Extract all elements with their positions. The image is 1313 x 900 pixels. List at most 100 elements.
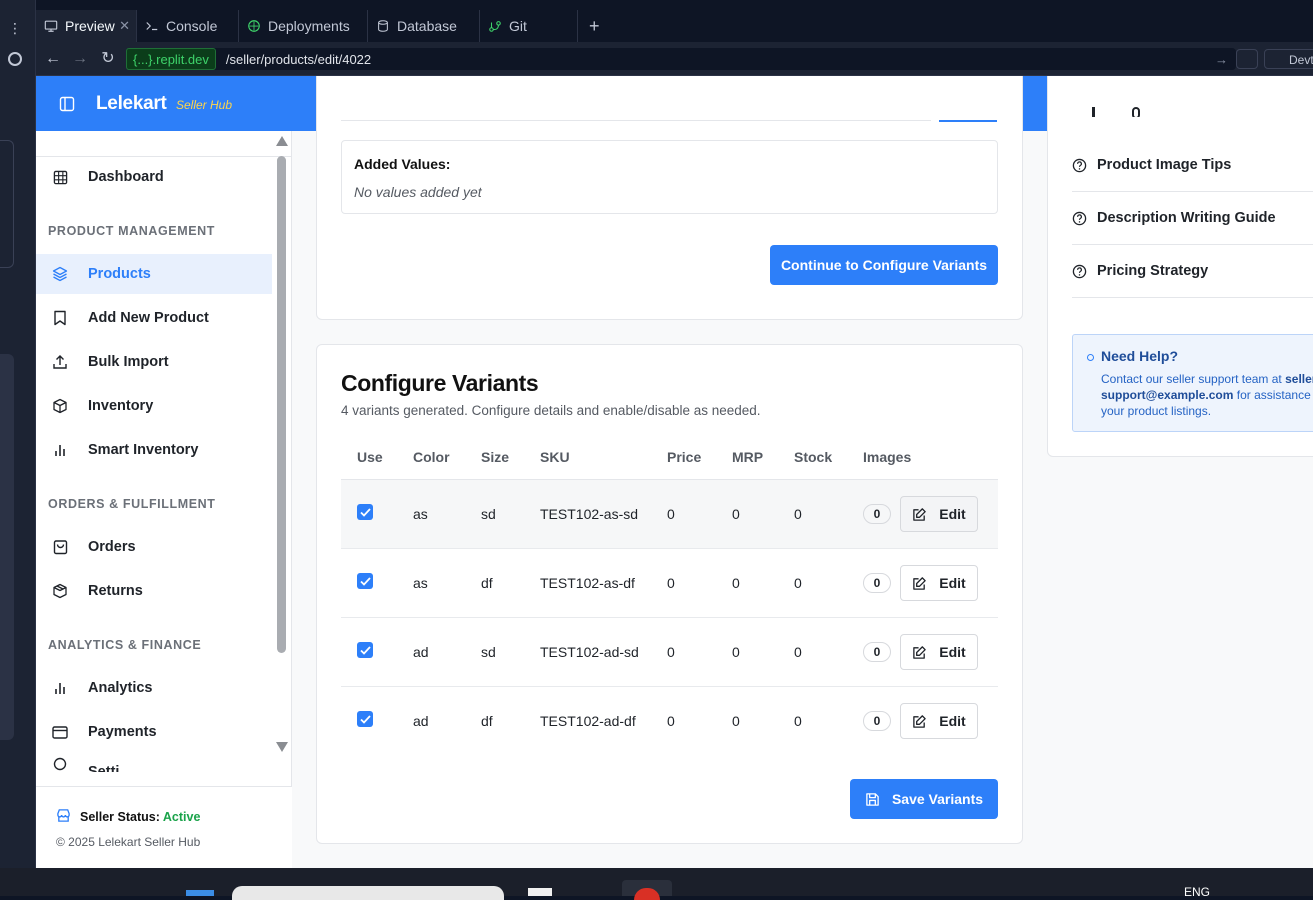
edit-label: Edit <box>939 506 966 522</box>
edit-button[interactable]: Edit <box>900 565 978 601</box>
column-header: SKU <box>540 449 570 465</box>
windows-icon[interactable] <box>186 890 214 896</box>
use-checkbox[interactable] <box>357 642 373 658</box>
add-button-remnant[interactable] <box>939 120 997 122</box>
save-variants-label: Save Variants <box>891 791 984 807</box>
use-checkbox[interactable] <box>357 504 373 520</box>
gauge-icon[interactable] <box>8 52 22 66</box>
go-arrow-icon[interactable]: → <box>1215 52 1228 67</box>
continue-button[interactable]: Continue to Configure Variants <box>770 245 998 285</box>
ide-tab-bar: Preview ✕ Console Deployments Database G… <box>36 10 1313 42</box>
sidebar-item-analytics[interactable]: Analytics <box>36 668 272 708</box>
more-icon[interactable]: ⋮ <box>8 20 22 37</box>
sidebar-item-products[interactable]: Products <box>36 254 272 294</box>
sidebar-item-payments[interactable]: Payments <box>36 712 272 752</box>
table-row: ad df TEST102-ad-df 0 0 0 0 Edit <box>341 687 998 756</box>
save-icon <box>866 792 879 806</box>
size-cell: df <box>481 575 493 591</box>
sidebar-item-settings[interactable]: Setti <box>36 752 272 772</box>
sidebar-item-label: Setti <box>88 764 120 772</box>
variants-subtitle: 4 variants generated. Configure details … <box>341 403 761 418</box>
sidebar-item-returns[interactable]: Returns <box>36 571 272 611</box>
use-checkbox[interactable] <box>357 711 373 727</box>
add-tab-icon[interactable]: + <box>589 16 600 37</box>
scroll-up-icon[interactable] <box>276 136 288 146</box>
language-indicator[interactable]: ENG <box>1184 885 1210 899</box>
value-input-remnant[interactable] <box>341 89 931 121</box>
tip-label: Pricing Strategy <box>1097 263 1209 279</box>
sidebar-item-label: Bulk Import <box>88 354 169 370</box>
tab-database[interactable]: Database <box>368 10 480 42</box>
sidebar-footer: Seller Status: Active © 2025 Lelekart Se… <box>36 786 292 868</box>
forward-arrow-icon[interactable]: → <box>71 50 89 68</box>
deploy-icon <box>248 20 260 32</box>
tab-deployments[interactable]: Deployments <box>239 10 368 42</box>
gear-icon <box>52 756 68 772</box>
git-icon <box>489 21 501 32</box>
brand-logo[interactable]: Lelekart <box>96 93 167 115</box>
reload-icon[interactable]: ↻ <box>99 50 117 68</box>
tab-label: Git <box>509 18 527 34</box>
sidebar-item-bulk-import[interactable]: Bulk Import <box>36 342 272 382</box>
app-icon <box>634 888 660 900</box>
layers-icon <box>52 266 68 282</box>
help-circle-icon <box>1072 264 1087 278</box>
terminal-icon <box>146 22 158 31</box>
sidebar: Dashboard PRODUCT MANAGEMENT Products Ad… <box>36 131 292 868</box>
mrp-cell: 0 <box>732 713 740 729</box>
edit-button[interactable]: Edit <box>900 703 978 739</box>
tab-console[interactable]: Console <box>137 10 239 42</box>
taskbar-app-icon[interactable] <box>528 888 552 896</box>
tab-preview[interactable]: Preview ✕ <box>36 10 137 42</box>
seller-status-label: Seller Status: <box>80 810 160 824</box>
sidebar-item-dashboard[interactable]: Dashboard <box>36 157 272 197</box>
support-email-1[interactable]: seller <box>1285 372 1313 386</box>
side-panel-stub <box>0 140 14 268</box>
scrollbar-thumb[interactable] <box>277 156 286 653</box>
sidebar-item-inventory[interactable]: Inventory <box>36 386 272 426</box>
tip-item[interactable]: Pricing Strategy <box>1072 245 1313 298</box>
devtools-button[interactable]: Devt <box>1264 49 1313 69</box>
help-text-2: for assistance w <box>1236 388 1313 402</box>
column-header: Color <box>413 449 450 465</box>
tab-git[interactable]: Git <box>480 10 578 42</box>
close-icon[interactable]: ✕ <box>119 18 130 34</box>
column-header: Price <box>667 449 702 465</box>
support-email-2[interactable]: support@example.com <box>1101 388 1233 402</box>
scroll-down-icon[interactable] <box>276 742 288 752</box>
status-badge: Active <box>162 810 201 824</box>
help-circle-icon <box>1072 158 1087 172</box>
sidebar-item-smart-inventory[interactable]: Smart Inventory <box>36 430 272 470</box>
edit-button[interactable]: Edit <box>900 496 978 532</box>
taskbar-app-active[interactable] <box>622 880 672 900</box>
sidebar-item-label: Returns <box>88 583 143 599</box>
back-arrow-icon[interactable]: ← <box>44 50 62 68</box>
color-cell: ad <box>413 644 429 660</box>
table-row: as sd TEST102-as-sd 0 0 0 0 Edit <box>341 480 998 549</box>
tab-label: Deployments <box>268 18 350 34</box>
use-checkbox[interactable] <box>357 573 373 589</box>
sidebar-scrollbar[interactable] <box>276 136 288 756</box>
database-icon <box>378 20 388 32</box>
sidebar-item-add-new-product[interactable]: Add New Product <box>36 298 272 338</box>
sidebar-item-label: Smart Inventory <box>88 442 199 458</box>
save-variants-button[interactable]: Save Variants <box>850 779 998 819</box>
image-count-badge: 0 <box>863 711 891 731</box>
size-cell: sd <box>481 506 496 522</box>
sidebar-item-label: Payments <box>88 724 157 740</box>
tip-item[interactable]: Description Writing Guide <box>1072 192 1313 245</box>
stock-cell: 0 <box>794 506 802 522</box>
device-icon[interactable] <box>1236 49 1258 69</box>
ide-left-rail: ⋮ <box>0 0 36 868</box>
search-bar[interactable] <box>232 886 504 900</box>
tip-item[interactable]: Product Image Tips <box>1072 139 1313 192</box>
sidebar-toggle-icon[interactable] <box>59 96 75 112</box>
url-input[interactable]: {...}.replit.dev /seller/products/edit/4… <box>126 48 1236 70</box>
column-header: Images <box>863 449 912 465</box>
table-header: Use Color Size SKU Price MRP Stock Image… <box>341 435 998 480</box>
size-cell: sd <box>481 644 496 660</box>
tip-label: Description Writing Guide <box>1097 210 1276 226</box>
info-icon <box>1087 354 1094 361</box>
sidebar-item-orders[interactable]: Orders <box>36 527 272 567</box>
edit-button[interactable]: Edit <box>900 634 978 670</box>
